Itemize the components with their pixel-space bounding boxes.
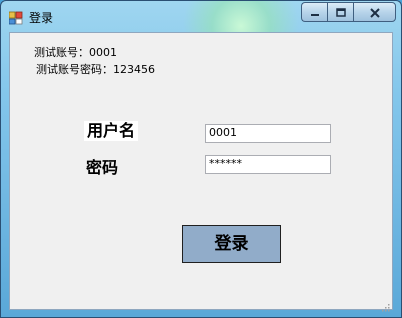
app-window-icon <box>8 10 23 25</box>
minimize-button[interactable] <box>301 2 327 22</box>
login-button[interactable]: 登录 <box>182 225 281 263</box>
title-bar[interactable]: 登录 <box>1 1 401 33</box>
password-input[interactable]: ****** <box>205 155 331 174</box>
minimize-icon <box>310 3 320 22</box>
caption-buttons <box>301 2 396 22</box>
maximize-icon <box>335 3 346 22</box>
test-password-info: 测试账号密码：123456 <box>36 63 155 76</box>
username-label: 用户名 <box>84 121 139 141</box>
close-button[interactable] <box>353 2 396 22</box>
password-label: 密码 <box>86 158 119 177</box>
form-client-area: 测试账号：0001 测试账号密码：123456 用户名 0001 密码 ****… <box>9 32 393 312</box>
username-input[interactable]: 0001 <box>205 124 331 143</box>
resize-grip-icon[interactable] <box>380 297 390 312</box>
test-account-info: 测试账号：0001 <box>34 46 117 59</box>
close-icon <box>369 3 381 22</box>
login-window: 登录 测试账号：0001 测试账号密码：123456 用户名 0001 密码 *… <box>0 0 402 318</box>
maximize-button[interactable] <box>327 2 353 22</box>
window-title: 登录 <box>29 11 54 25</box>
